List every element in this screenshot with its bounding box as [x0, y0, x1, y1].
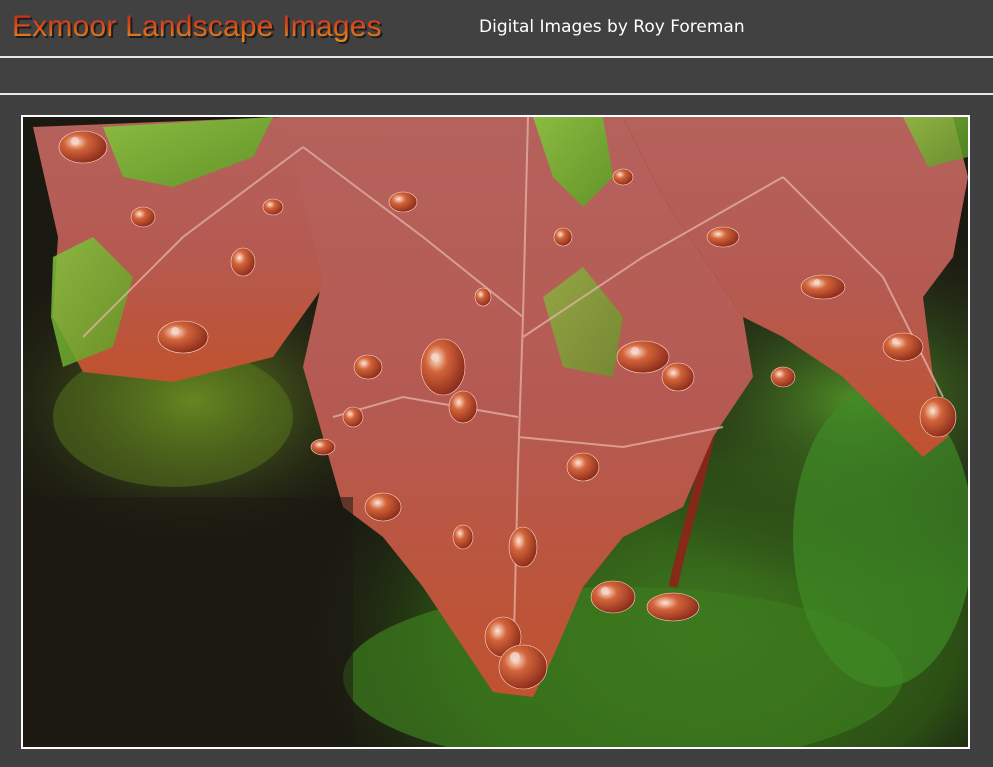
page: Exmoor Landscape Images Exmoor Landscape… — [0, 0, 993, 767]
site-subtitle: Digital Images by Roy Foreman — [479, 17, 745, 37]
featured-photo[interactable] — [21, 115, 970, 749]
site-header: Exmoor Landscape Images Exmoor Landscape… — [0, 0, 993, 58]
leaf-photo-image — [23, 117, 968, 747]
site-title-link[interactable]: Exmoor Landscape Images — [12, 8, 382, 46]
navigation-bar — [0, 60, 993, 95]
